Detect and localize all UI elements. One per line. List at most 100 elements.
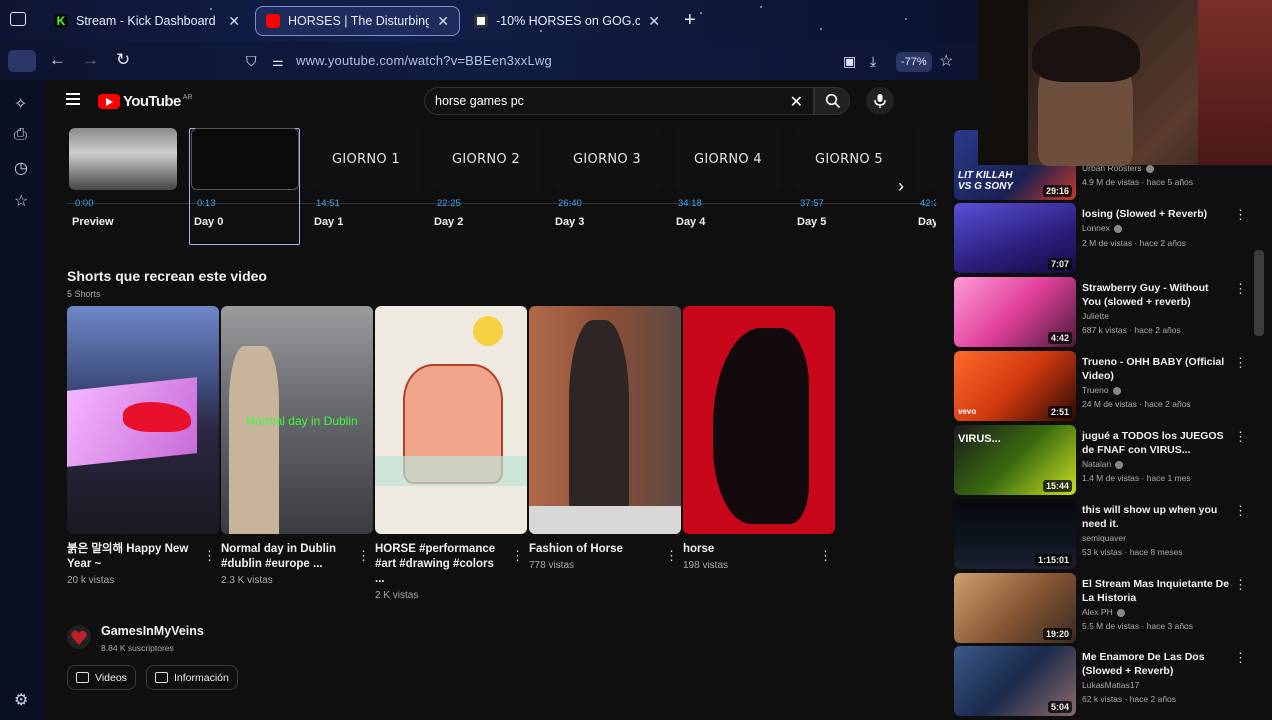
chapter-card[interactable]: 0:13 Day 0 bbox=[191, 128, 301, 228]
back-icon[interactable]: ← bbox=[49, 50, 66, 70]
channel-videos-button[interactable]: Videos bbox=[67, 665, 136, 690]
video-stats: 687 k vistas · hace 2 años bbox=[1082, 325, 1181, 335]
recommended-video[interactable]: 4:42 Strawberry Guy - Without You (slowe… bbox=[954, 277, 1247, 349]
chapters-next-icon[interactable]: › bbox=[898, 176, 904, 197]
chapter-time: 0:00 bbox=[75, 198, 94, 209]
video-duration: 2:51 bbox=[1047, 406, 1072, 418]
chapter-time: 0:13 bbox=[197, 198, 216, 209]
short-title: horse bbox=[683, 543, 715, 555]
more-options-icon[interactable]: ⋮ bbox=[819, 548, 832, 564]
site-settings-icon[interactable]: ⚌ bbox=[272, 54, 284, 70]
more-options-icon[interactable]: ⋮ bbox=[1234, 577, 1247, 593]
more-options-icon[interactable]: ⋮ bbox=[1234, 355, 1247, 371]
reload-icon[interactable]: ↻ bbox=[116, 50, 130, 70]
screenshot-icon[interactable]: ▣ bbox=[843, 53, 856, 70]
sidebar-toggle-icon[interactable] bbox=[8, 50, 36, 72]
short-title: 붉은 말의해 Happy New Year ~ bbox=[67, 543, 189, 570]
search-input[interactable] bbox=[435, 92, 775, 110]
scrollbar-thumb[interactable] bbox=[1254, 250, 1264, 336]
more-options-icon[interactable]: ⋮ bbox=[511, 548, 524, 564]
channel-info-button[interactable]: Información bbox=[146, 665, 238, 690]
chapter-card[interactable]: GIORNO 1 14:51 Day 1 bbox=[312, 128, 422, 228]
webcam-background bbox=[978, 0, 1028, 165]
chapter-card[interactable]: 0:00 Preview bbox=[69, 128, 179, 228]
more-options-icon[interactable]: ⋮ bbox=[1234, 503, 1247, 519]
short-card[interactable]: Normal day in Dublin Normal day in Dubli… bbox=[221, 306, 373, 586]
video-thumbnail: vevo 2:51 bbox=[954, 351, 1076, 421]
short-card[interactable]: 붉은 말의해 Happy New Year ~ 20 k vistas ⋮ bbox=[67, 306, 219, 586]
thumbnail-text: vevo bbox=[958, 407, 977, 416]
video-channel: Natalan bbox=[1082, 459, 1124, 469]
chapter-time: 37:57 bbox=[800, 198, 824, 209]
chapter-card[interactable]: 42:3 Day bbox=[916, 128, 936, 228]
favorites-icon[interactable]: ☆ bbox=[14, 191, 28, 211]
tab-list-icon[interactable] bbox=[10, 12, 26, 26]
recommended-video[interactable]: vevo 2:51 Trueno - OHH BABY (Official Vi… bbox=[954, 351, 1247, 423]
zoom-level[interactable]: -77% bbox=[896, 52, 932, 72]
video-thumbnail: 4:42 bbox=[954, 277, 1076, 347]
youtube-icon bbox=[266, 14, 280, 28]
more-options-icon[interactable]: ⋮ bbox=[665, 548, 678, 564]
download-icon[interactable]: ⤓ bbox=[870, 53, 876, 70]
short-thumbnail bbox=[529, 306, 681, 534]
address-field[interactable]: www.youtube.com/watch?v=BBEen3xxLwg bbox=[296, 53, 552, 68]
search-button[interactable] bbox=[814, 87, 850, 115]
recommended-video[interactable]: 19:20 El Stream Mas Inquietante De La Hi… bbox=[954, 573, 1247, 645]
shield-icon[interactable]: ⛉ bbox=[246, 53, 257, 70]
short-views: 778 vistas bbox=[529, 560, 575, 571]
channel-avatar[interactable] bbox=[67, 625, 91, 649]
more-options-icon[interactable]: ⋮ bbox=[1234, 429, 1247, 445]
bookmark-star-icon[interactable]: ☆ bbox=[939, 51, 953, 71]
short-card[interactable]: horse 198 vistas ⋮ bbox=[683, 306, 835, 571]
voice-search-button[interactable] bbox=[866, 87, 894, 115]
tab-gog[interactable]: -10% HORSES on GOG.com ✕ bbox=[464, 6, 670, 36]
close-tab-icon[interactable]: ✕ bbox=[228, 13, 240, 30]
clear-search-icon[interactable]: ✕ bbox=[790, 92, 803, 112]
more-options-icon[interactable]: ⋮ bbox=[1234, 207, 1247, 223]
close-tab-icon[interactable]: ✕ bbox=[648, 13, 660, 30]
youtube-logo[interactable]: YouTube AR bbox=[98, 93, 192, 110]
tab-kick[interactable]: K Stream - Kick Dashboard ✕ bbox=[44, 6, 250, 36]
close-tab-icon[interactable]: ✕ bbox=[437, 13, 449, 30]
menu-icon[interactable] bbox=[66, 93, 80, 108]
short-card[interactable]: Fashion of Horse 778 vistas ⋮ bbox=[529, 306, 681, 571]
chapter-card[interactable]: GIORNO 2 22:25 Day 2 bbox=[432, 128, 542, 228]
chapter-time: 22:25 bbox=[437, 198, 461, 209]
video-thumbnail: 19:20 bbox=[954, 573, 1076, 643]
video-title: Me Enamore De Las Dos (Slowed + Reverb) bbox=[1082, 651, 1205, 677]
recommended-video[interactable]: VIRUS... 15:44 jugué a TODOS los JUEGOS … bbox=[954, 425, 1247, 497]
save-page-icon[interactable]: ⎙ bbox=[14, 126, 27, 144]
ai-sparkle-icon[interactable]: ✧ bbox=[14, 94, 27, 114]
more-options-icon[interactable]: ⋮ bbox=[1234, 281, 1247, 297]
more-options-icon[interactable]: ⋮ bbox=[357, 548, 370, 564]
chapter-card[interactable]: GIORNO 3 26:40 Day 3 bbox=[553, 128, 663, 228]
recommended-video[interactable]: 1:15:01 this will show up when you need … bbox=[954, 499, 1247, 571]
tab-youtube[interactable]: HORSES | The Disturbing Hor ✕ bbox=[255, 6, 460, 36]
history-icon[interactable]: ◷ bbox=[14, 158, 28, 178]
shorts-section-title: Shorts que recrean este video bbox=[67, 268, 267, 284]
chapter-thumbnail bbox=[191, 128, 299, 190]
video-stats: 24 M de vistas · hace 2 años bbox=[1082, 399, 1191, 409]
chapter-thumbnail bbox=[69, 128, 177, 190]
chapter-card[interactable]: GIORNO 4 34:18 Day 4 bbox=[674, 128, 784, 228]
forward-icon[interactable]: → bbox=[82, 50, 99, 70]
chapter-card[interactable]: GIORNO 5 37:57 Day 5 bbox=[795, 128, 905, 228]
settings-gear-icon[interactable]: ⚙ bbox=[14, 690, 28, 710]
channel-name[interactable]: GamesInMyVeins bbox=[101, 624, 204, 638]
new-tab-icon[interactable]: + bbox=[684, 9, 696, 32]
recommended-video[interactable]: 7:07 losing (Slowed + Reverb) Lonnex 2 M… bbox=[954, 203, 1247, 275]
recommended-video[interactable]: 5:04 Me Enamore De Las Dos (Slowed + Rev… bbox=[954, 646, 1247, 718]
chapter-label: Day 5 bbox=[797, 216, 827, 228]
chapter-label: Day 1 bbox=[314, 216, 344, 228]
short-card[interactable]: HORSE #performance #art #drawing #colors… bbox=[375, 306, 527, 601]
chapter-time: 26:40 bbox=[558, 198, 582, 209]
video-stats: 4.9 M de vistas · hace 5 años bbox=[1082, 177, 1194, 187]
webcam-background bbox=[1198, 0, 1272, 165]
more-options-icon[interactable]: ⋮ bbox=[203, 548, 216, 564]
chapter-thumbnail bbox=[916, 128, 936, 190]
more-options-icon[interactable]: ⋮ bbox=[1234, 650, 1247, 666]
info-person-icon bbox=[155, 672, 168, 683]
video-duration: 1:15:01 bbox=[1034, 554, 1072, 566]
video-title: Strawberry Guy - Without You (slowed + r… bbox=[1082, 282, 1209, 308]
microphone-icon bbox=[874, 94, 886, 108]
